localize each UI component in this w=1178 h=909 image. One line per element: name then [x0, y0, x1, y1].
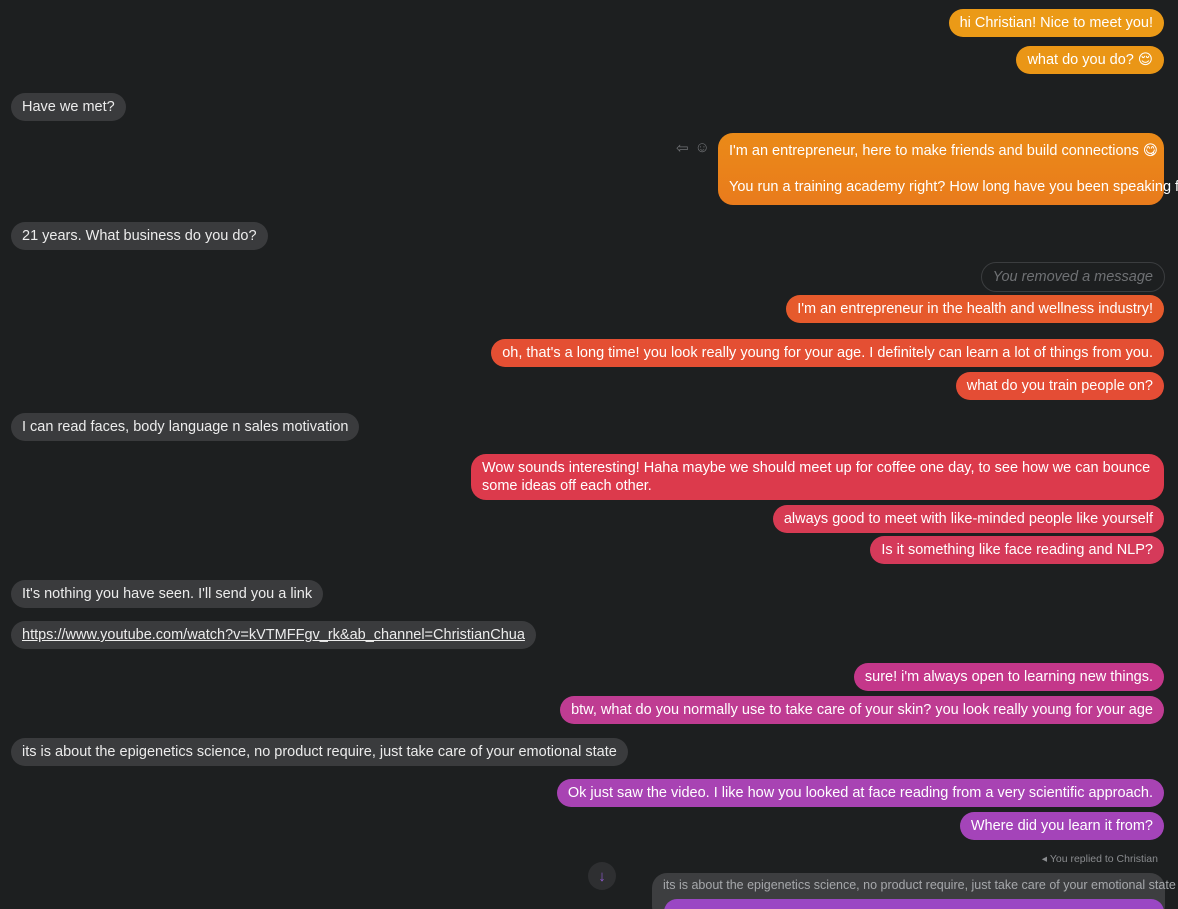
incoming-message[interactable]: Have we met? — [11, 93, 126, 121]
quoted-text: its is about the epigenetics science, no… — [663, 878, 1176, 892]
removed-message: You removed a message — [980, 262, 1165, 292]
outgoing-message[interactable]: always good to meet with like-minded peo… — [772, 505, 1164, 533]
reply-arrow-icon[interactable]: ⇦ — [676, 139, 689, 157]
incoming-message[interactable]: its is about the epigenetics science, no… — [11, 738, 628, 766]
outgoing-message[interactable]: I'm an entrepreneur, here to make friend… — [718, 133, 1178, 205]
outgoing-message[interactable]: Is it something like face reading and NL… — [870, 536, 1164, 564]
message-line: I'm an entrepreneur, here to make friend… — [729, 143, 1158, 159]
reply-label-text: You replied to Christian — [1049, 853, 1158, 865]
outgoing-message[interactable]: btw, what do you normally use to take ca… — [560, 696, 1164, 724]
incoming-message[interactable]: 21 years. What business do you do? — [11, 222, 268, 250]
outgoing-message[interactable]: sure! i'm always open to learning new th… — [853, 663, 1164, 691]
reply-message[interactable] — [664, 899, 1164, 909]
chat-thread: hi Christian! Nice to meet you! what do … — [0, 0, 1178, 909]
scroll-to-bottom-button[interactable]: ↓ — [588, 862, 616, 890]
outgoing-message[interactable]: I'm an entrepreneur in the health and we… — [786, 295, 1164, 323]
link-message[interactable]: https://www.youtube.com/watch?v=kVTMFFgv… — [11, 621, 536, 649]
message-line: You run a training academy right? How lo… — [729, 179, 1178, 195]
reply-context-label: ◂ You replied to Christian — [1042, 853, 1158, 865]
smiley-icon[interactable]: ☺ — [695, 139, 710, 157]
incoming-message[interactable]: I can read faces, body language n sales … — [11, 413, 360, 441]
incoming-message[interactable]: It's nothing you have seen. I'll send yo… — [11, 580, 324, 608]
reply-small-icon: ◂ — [1041, 853, 1048, 865]
outgoing-message[interactable]: hi Christian! Nice to meet you! — [948, 9, 1164, 37]
arrow-down-icon: ↓ — [598, 867, 606, 885]
outgoing-message[interactable]: Where did you learn it from? — [959, 812, 1164, 840]
outgoing-message[interactable]: oh, that's a long time! you look really … — [491, 339, 1164, 367]
outgoing-message[interactable]: Wow sounds interesting! Haha maybe we sh… — [471, 454, 1164, 500]
outgoing-message[interactable]: what do you train people on? — [955, 372, 1164, 400]
outgoing-message[interactable]: what do you do? 😌 — [1016, 46, 1164, 74]
message-actions: ⇦ ☺ — [676, 139, 710, 157]
outgoing-message[interactable]: Ok just saw the video. I like how you lo… — [556, 779, 1164, 807]
